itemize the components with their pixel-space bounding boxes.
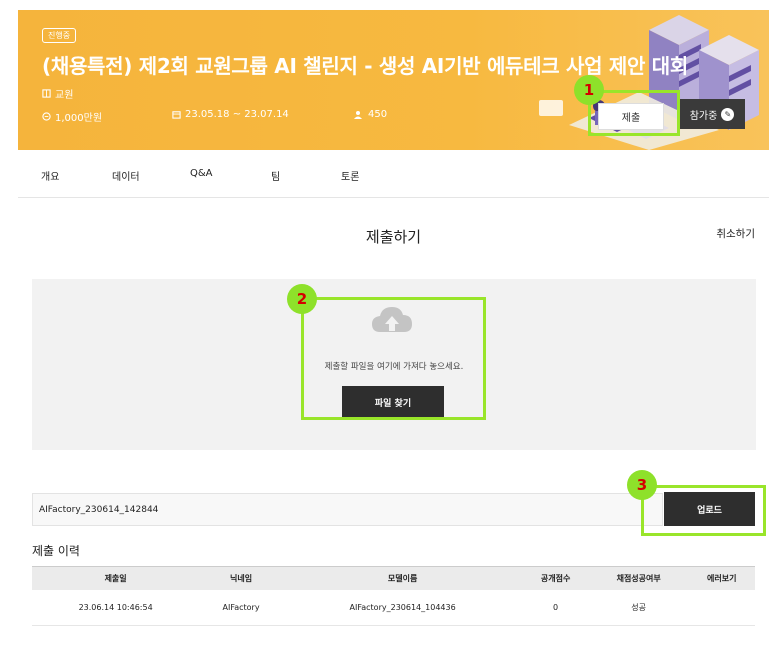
marker-3: 3: [627, 470, 657, 500]
table-header-row: 제출일 닉네임 모델이름 공개점수 채점성공여부 에러보기: [32, 566, 755, 590]
prize-info: 1,000만원: [42, 109, 102, 124]
submission-history-table: 제출일 닉네임 모델이름 공개점수 채점성공여부 에러보기 23.06.14 1…: [32, 566, 755, 626]
coin-icon: [42, 112, 51, 121]
tab-team[interactable]: 팀: [271, 168, 280, 183]
column-header: 닉네임: [199, 566, 283, 590]
period-info: 23.05.18 ~ 23.07.14: [172, 109, 289, 120]
history-title: 제출 이력: [32, 544, 80, 558]
tab-discussion[interactable]: 토론: [341, 168, 359, 183]
participants-info: 450: [354, 109, 387, 120]
status-badge: 진행중: [42, 28, 77, 43]
column-header: 에러보기: [688, 566, 755, 590]
submit-panel: 제출하기 취소하기 제출할 파일을 여기에 가져다 놓으세요. 파일 찾기 AI…: [18, 199, 769, 650]
highlight-upload: [641, 485, 766, 536]
participants-value: 450: [368, 109, 388, 120]
marker-2: 2: [287, 284, 317, 314]
table-row: 23.06.14 10:46:54 AIFactory AIFactory_23…: [32, 589, 755, 626]
people-icon: [354, 111, 362, 119]
submit-panel-title: 제출하기: [365, 228, 422, 246]
nickname-cell: AIFactory: [199, 589, 283, 626]
tab-data[interactable]: 데이터: [112, 168, 140, 183]
prize-value: 1,000만원: [55, 113, 103, 124]
joined-button[interactable]: 참가중 ✎: [679, 99, 745, 129]
organizer-info: 교원: [42, 86, 73, 101]
selected-file-field[interactable]: AIFactory_230614_142844: [32, 493, 663, 526]
submitted-at-cell: 23.06.14 10:46:54: [32, 589, 200, 626]
error-view-cell[interactable]: [688, 589, 755, 626]
organizer-name: 교원: [55, 90, 74, 101]
marker-1: 1: [574, 75, 604, 105]
public-score-cell: 0: [522, 589, 589, 626]
cancel-link[interactable]: 취소하기: [716, 226, 755, 241]
column-header: 제출일: [32, 566, 200, 590]
tab-overview[interactable]: 개요: [41, 168, 59, 183]
model-name-cell: AIFactory_230614_104436: [282, 589, 523, 626]
highlight-dropzone: [301, 297, 486, 420]
pencil-icon: ✎: [721, 107, 735, 121]
tab-bar: 개요 데이터 Q&A 팀 토론: [18, 150, 769, 198]
column-header: 모델이름: [282, 566, 523, 590]
column-header: 공개점수: [522, 566, 589, 590]
column-header: 채점성공여부: [588, 566, 689, 590]
calendar-icon: [172, 111, 181, 119]
grading-status-cell: 성공: [588, 589, 689, 626]
tab-qna[interactable]: Q&A: [190, 168, 213, 179]
period-value: 23.05.18 ~ 23.07.14: [185, 109, 289, 120]
building-icon: [42, 89, 51, 98]
joined-label: 참가중: [689, 110, 718, 122]
